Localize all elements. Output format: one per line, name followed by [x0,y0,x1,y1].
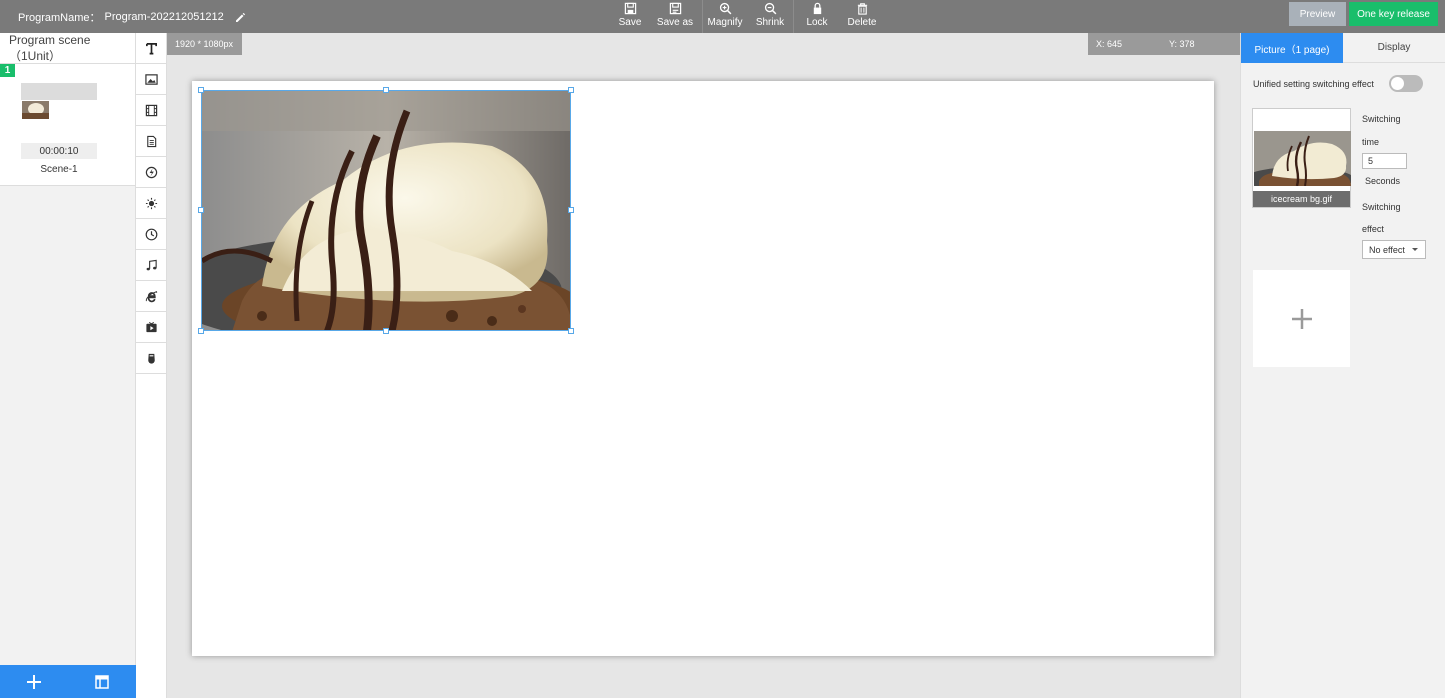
add-document-button[interactable] [136,126,166,157]
plus-icon [1291,308,1312,329]
properties-panel: Picture（1 page) Display Unified setting … [1240,33,1445,698]
clock-icon [145,228,157,240]
switching-time-label-2: time [1362,137,1380,147]
save-as-label: Save as [656,17,694,28]
resize-handle-ne[interactable] [568,87,574,93]
program-stage[interactable] [192,81,1214,656]
unified-effect-toggle[interactable] [1389,75,1423,92]
y-coordinate: Y: 378 [1169,39,1195,49]
one-key-release-button[interactable]: One key release [1349,2,1438,26]
resize-handle-sw[interactable] [198,328,204,334]
scene-name: Scene-1 [40,164,78,175]
add-music-button[interactable] [136,250,166,281]
magnify-button[interactable]: Magnify [703,0,747,33]
picture-thumbnail [1254,131,1351,186]
properties-tabs: Picture（1 page) Display [1241,33,1445,63]
scene-preview-bar [21,83,97,100]
trash-icon [857,3,867,15]
scene-number-badge: 1 [0,64,15,77]
document-icon [146,135,156,147]
plus-icon [27,674,41,689]
program-name: ProgramName： Program-202212051212 [18,9,246,25]
lock-label: Lock [806,17,828,28]
scene-card[interactable]: 1 00:00:10 Scene-1 [0,64,135,186]
add-flash-button[interactable] [136,157,166,188]
switching-time-input[interactable] [1362,153,1407,169]
delete-label: Delete [847,17,877,28]
main-toolbar: Save Save as Magnify Shrink Lock Delete [612,0,884,33]
zoom-out-icon [764,2,776,15]
lock-icon [813,2,821,15]
cursor-coordinates: X: 645 Y: 378 [1088,33,1240,55]
picture-filename: icecream bg.gif [1253,191,1350,207]
chevron-down-icon [1412,248,1418,251]
save-as-button[interactable]: Save as [648,0,702,33]
add-image-button[interactable] [136,64,166,95]
video-icon [145,104,157,116]
scene-panel-title: Program scene（1Unit） [0,33,135,64]
toggle-knob [1391,77,1404,90]
resize-handle-n[interactable] [383,87,389,93]
icecream-image [202,91,570,330]
stream-icon [145,321,157,332]
save-as-icon [669,2,681,15]
tab-display[interactable]: Display [1343,33,1445,63]
pencil-icon[interactable] [234,11,246,23]
scene-duration: 00:00:10 [21,143,97,159]
add-weather-button[interactable] [136,188,166,219]
resize-handle-e[interactable] [568,207,574,213]
add-scene-button[interactable] [0,665,68,698]
resize-handle-w[interactable] [198,207,204,213]
zoom-in-icon [719,2,731,15]
save-icon [624,2,636,15]
add-clock-button[interactable] [136,219,166,250]
scene-template-button[interactable] [68,665,136,698]
shrink-button[interactable]: Shrink [747,0,793,33]
text-icon [145,42,157,54]
resize-handle-se[interactable] [568,328,574,334]
switching-effect-label-2: effect [1362,224,1384,234]
add-text-button[interactable] [136,33,166,64]
save-label: Save [618,17,642,28]
program-name-label: ProgramName： [18,12,101,24]
program-name-value: Program-202212051212 [104,11,224,23]
sensor-icon [147,353,155,364]
add-webpage-button[interactable] [136,281,166,312]
add-sensor-button[interactable] [136,343,166,374]
preview-button[interactable]: Preview [1289,2,1346,26]
resize-handle-s[interactable] [383,328,389,334]
weather-icon [145,197,157,209]
unified-effect-label: Unified setting switching effect [1253,79,1374,89]
switching-effect-label: Switching [1362,202,1401,212]
switching-time-label: Switching [1362,114,1401,124]
tab-picture[interactable]: Picture（1 page) [1241,33,1343,63]
add-stream-button[interactable] [136,312,166,343]
picture-item[interactable]: icecream bg.gif [1252,108,1351,208]
add-picture-button[interactable] [1253,270,1350,367]
picture-element[interactable] [201,90,571,331]
save-button[interactable]: Save [612,0,648,33]
layout-icon [95,674,109,689]
magnify-label: Magnify [707,17,743,28]
add-video-button[interactable] [136,95,166,126]
browser-icon [145,290,157,302]
widget-toolbar [136,33,167,698]
canvas-area: 1920 * 1080px X: 645 Y: 378 [167,33,1240,698]
shrink-label: Shrink [755,17,785,28]
flash-icon [145,166,157,178]
resolution-label: 1920 * 1080px [167,33,242,55]
scene-panel: Program scene（1Unit） 1 00:00:10 Scene-1 [0,33,136,698]
image-icon [144,73,158,85]
resize-handle-nw[interactable] [198,87,204,93]
switching-effect-dropdown[interactable]: No effect [1362,240,1426,259]
delete-button[interactable]: Delete [840,0,884,33]
x-coordinate: X: 645 [1096,39,1123,49]
seconds-label: Seconds [1365,176,1401,186]
scene-thumbnail [22,101,49,119]
effect-selected-value: No effect [1369,244,1405,255]
top-toolbar: ProgramName： Program-202212051212 Save Sa… [0,0,1445,33]
music-icon [146,259,157,270]
lock-button[interactable]: Lock [794,0,840,33]
scene-footer [0,665,136,698]
